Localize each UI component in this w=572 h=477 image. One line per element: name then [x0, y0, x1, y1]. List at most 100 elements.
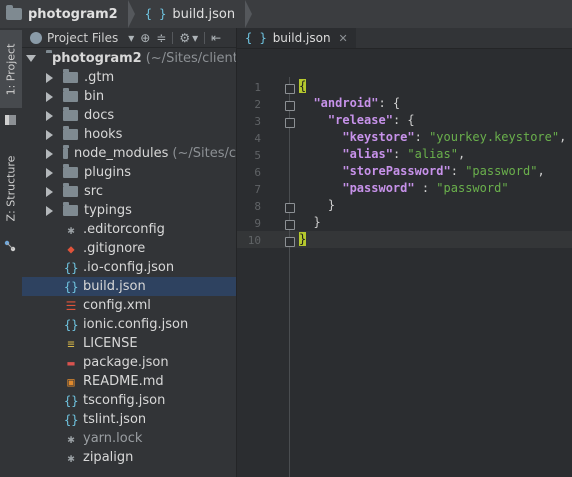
tree-item-file[interactable]: {} ionic.config.json	[22, 315, 236, 334]
line-number: 8	[254, 200, 261, 213]
tree-item-dir[interactable]: bin	[22, 87, 236, 106]
tree-item-label: LICENSE	[83, 336, 138, 351]
tree-item-root[interactable]: photogram2 (~/Sites/cliente	[22, 49, 236, 68]
tree-item-dir[interactable]: .gtm	[22, 68, 236, 87]
code-line: "release": {	[299, 113, 415, 127]
breadcrumb-project[interactable]: photogram2	[0, 0, 128, 28]
fold-marker-icon[interactable]	[285, 101, 295, 111]
tree-item-label: docs	[84, 108, 115, 123]
tree-item-file[interactable]: ▬ package.json	[22, 353, 236, 372]
fold-marker-icon[interactable]	[285, 203, 295, 213]
folder-icon	[63, 69, 78, 83]
hide-panel-icon[interactable]: ⇤	[211, 31, 221, 45]
tree-item-dir[interactable]: plugins	[22, 163, 236, 182]
tree-item-label: package.json	[83, 355, 169, 370]
fold-marker-icon[interactable]	[285, 84, 295, 94]
tree-item-dir[interactable]: docs	[22, 106, 236, 125]
code-editor[interactable]: 1 2 3 4 5 6 7 8 9 10 { "android": { "rel…	[237, 49, 572, 477]
chevron-down-icon[interactable]: ▾	[128, 31, 134, 45]
fold-marker-icon[interactable]	[285, 220, 295, 230]
code-line: }	[299, 215, 320, 229]
json-punct: :	[450, 164, 466, 178]
collapse-arrow-icon[interactable]	[46, 186, 53, 197]
tree-item-label: typings	[84, 203, 132, 218]
project-tree: photogram2 (~/Sites/cliente .gtm bin doc…	[22, 49, 236, 467]
collapse-all-icon[interactable]: ≑	[156, 31, 166, 45]
tree-item-label: photogram2	[52, 51, 142, 66]
folder-icon	[63, 183, 78, 197]
tree-item-file[interactable]: ✱ .editorconfig	[22, 220, 236, 239]
xml-icon: ☰	[65, 298, 77, 313]
breadcrumb-project-label: photogram2	[28, 6, 118, 22]
json-icon: {}	[64, 412, 79, 427]
project-view-selector[interactable]: Project Files	[47, 31, 118, 45]
tree-item-dir[interactable]: typings	[22, 201, 236, 220]
tree-item-label: ionic.config.json	[83, 317, 189, 332]
project-window-icon[interactable]	[4, 114, 17, 126]
folder-icon	[63, 88, 78, 102]
fold-marker-icon[interactable]	[285, 237, 295, 247]
tree-item-dir[interactable]: node_modules (~/Sites/c	[22, 144, 236, 163]
tree-item-label: config.xml	[83, 298, 151, 313]
tree-item-label: yarn.lock	[83, 431, 143, 446]
tree-item-label: src	[84, 184, 103, 199]
tree-item-file[interactable]: {} tsconfig.json	[22, 391, 236, 410]
fold-marker-icon[interactable]	[285, 118, 295, 128]
line-number: 10	[247, 234, 261, 247]
git-icon: ◆	[67, 241, 75, 256]
tree-item-label: .gitignore	[83, 241, 146, 256]
asterisk-icon: ✱	[67, 431, 75, 446]
gear-icon[interactable]: ⚙	[179, 31, 190, 45]
json-key: "android"	[313, 96, 379, 110]
json-icon: { }	[245, 31, 267, 45]
tool-tab-structure[interactable]: Z: Structure	[0, 140, 22, 236]
collapse-arrow-icon[interactable]	[46, 148, 53, 159]
matched-brace: {	[299, 79, 307, 93]
json-punct: ,	[559, 130, 567, 144]
navigation-bar: photogram2 { } build.json	[0, 0, 572, 29]
tree-item-file[interactable]: {} .io-config.json	[22, 258, 236, 277]
tool-window-strip: 1: Project Z: Structure	[0, 28, 23, 477]
structure-icon[interactable]	[4, 240, 17, 252]
code-line: "android": {	[299, 96, 400, 110]
collapse-arrow-icon[interactable]	[46, 110, 53, 121]
json-punct: :	[392, 147, 408, 161]
code-line: "alias": "alias",	[299, 147, 465, 161]
json-string: "alias"	[407, 147, 458, 161]
tree-item-file[interactable]: ✱ zipalign	[22, 448, 236, 467]
tree-item-dir[interactable]: hooks	[22, 125, 236, 144]
breadcrumb-file-label: build.json	[172, 6, 236, 22]
tree-item-file[interactable]: ≡ LICENSE	[22, 334, 236, 353]
tree-item-label: zipalign	[83, 450, 134, 465]
collapse-arrow-icon[interactable]	[46, 205, 53, 216]
tab-build-json[interactable]: { } build.json ✕	[237, 28, 356, 48]
json-string: "password"	[465, 164, 538, 178]
chevron-down-icon[interactable]: ▾	[192, 31, 198, 45]
folder-icon	[63, 107, 78, 121]
scroll-from-source-icon[interactable]: ⊕	[140, 31, 150, 45]
npm-icon: ▬	[67, 355, 75, 370]
tree-item-file-selected[interactable]: {} build.json	[22, 277, 236, 296]
code-line: "storePassword": "password",	[299, 164, 544, 178]
tree-item-file[interactable]: ◆ .gitignore	[22, 239, 236, 258]
tree-item-file[interactable]: {} tslint.json	[22, 410, 236, 429]
json-icon: {}	[64, 260, 79, 275]
tree-item-label: plugins	[84, 165, 131, 180]
project-files-icon	[30, 31, 42, 44]
collapse-arrow-icon[interactable]	[46, 91, 53, 102]
collapse-arrow-icon[interactable]	[46, 129, 53, 140]
matched-brace: }	[299, 232, 307, 246]
json-punct: }	[327, 198, 336, 212]
line-number: 3	[254, 115, 261, 128]
close-icon[interactable]: ✕	[339, 32, 348, 45]
tree-item-file[interactable]: ☰ config.xml	[22, 296, 236, 315]
expand-arrow-icon[interactable]	[26, 55, 36, 62]
collapse-arrow-icon[interactable]	[46, 167, 53, 178]
collapse-arrow-icon[interactable]	[46, 72, 53, 83]
tree-item-file[interactable]: ▣ README.md	[22, 372, 236, 391]
tree-item-dir[interactable]: src	[22, 182, 236, 201]
tool-tab-project[interactable]: 1: Project	[0, 30, 22, 108]
tree-item-file[interactable]: ✱ yarn.lock	[22, 429, 236, 448]
folder-icon	[63, 202, 78, 216]
breadcrumb-file[interactable]: { } build.json	[139, 0, 245, 28]
